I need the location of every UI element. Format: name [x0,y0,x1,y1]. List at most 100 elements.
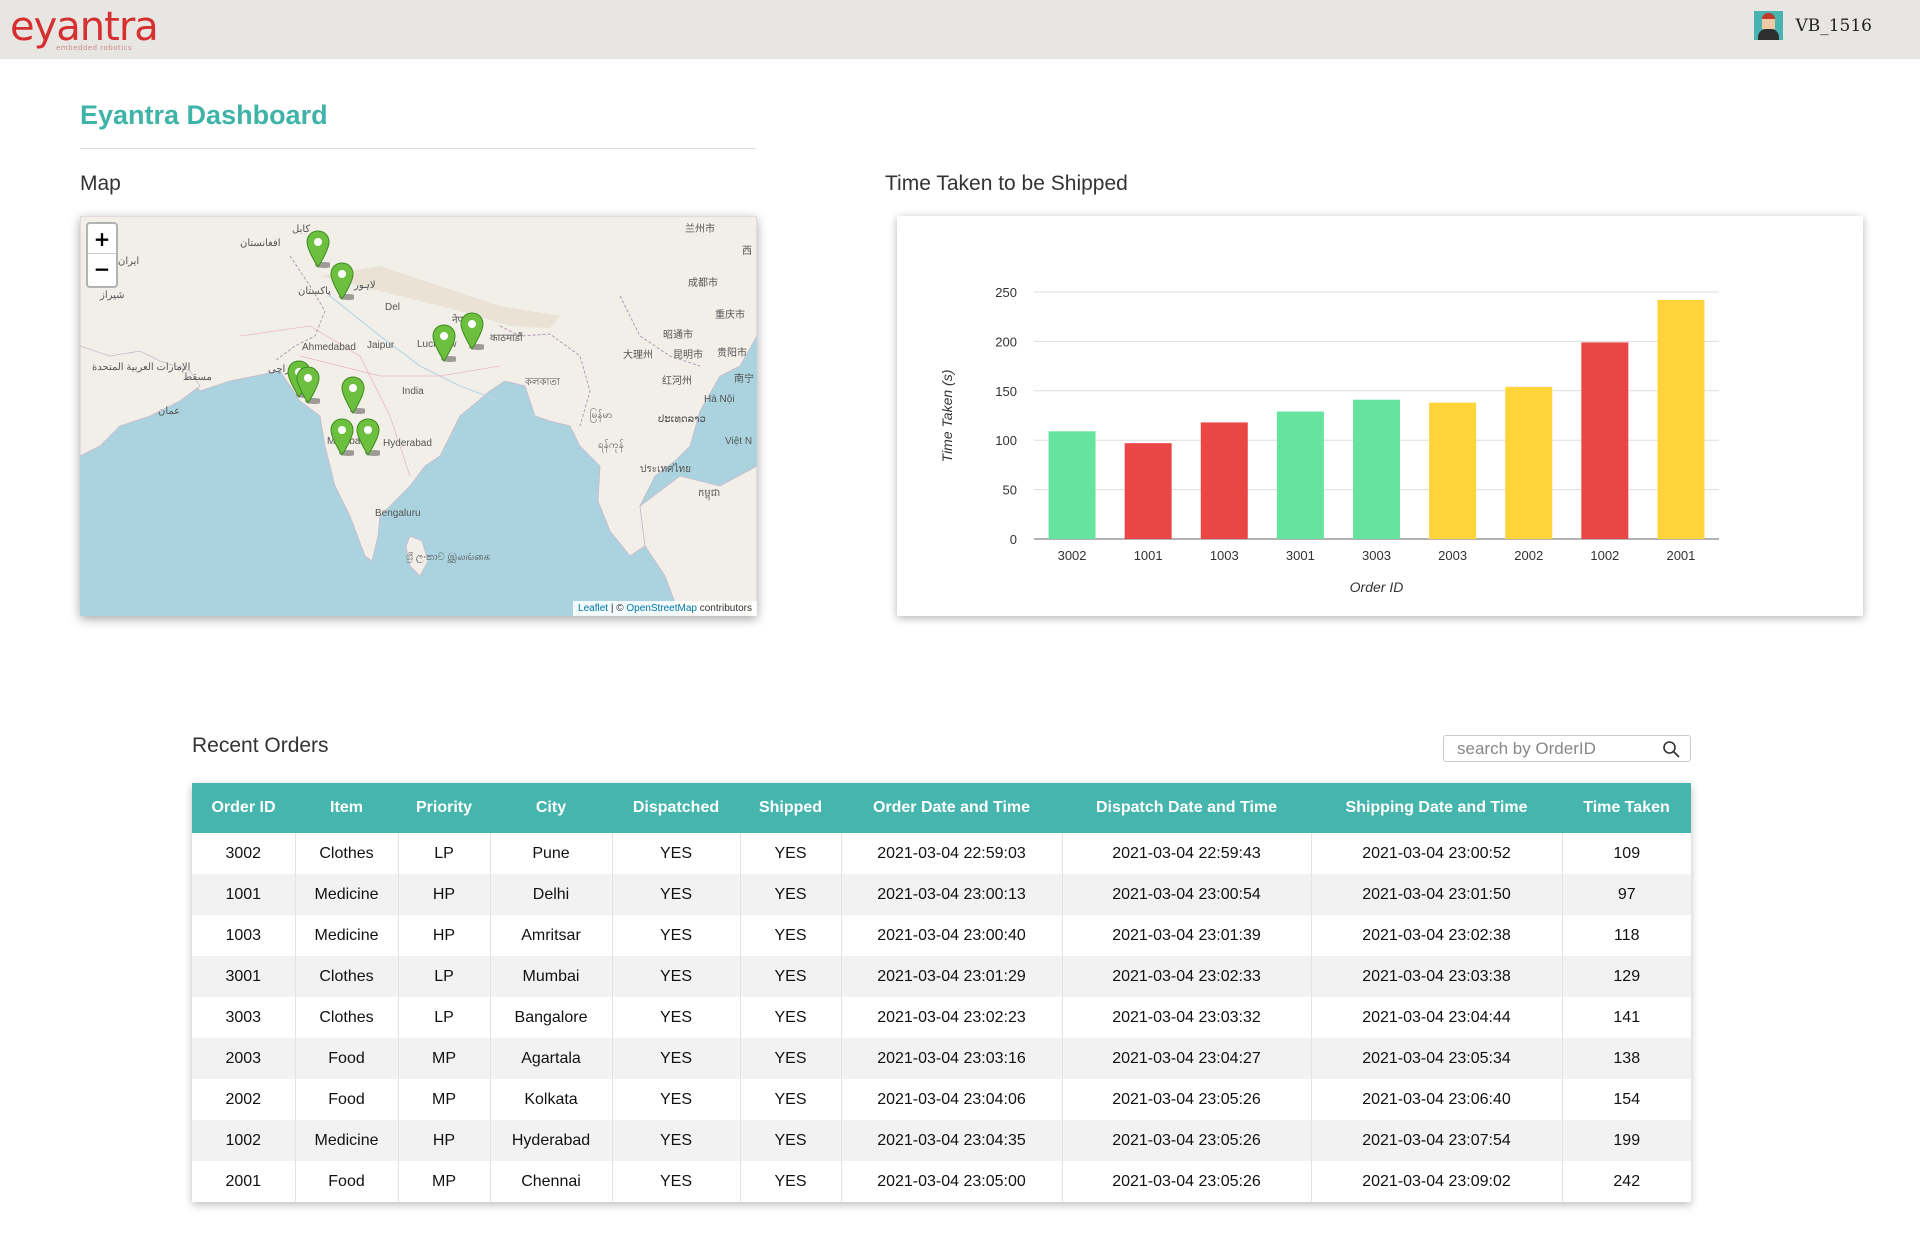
y-tick-label: 250 [995,285,1017,300]
column-header: Dispatch Date and Time [1062,783,1311,833]
table-row[interactable]: 1001 Medicine HP Delhi YES YES 2021-03-04 23:0… [192,874,1691,915]
table-row[interactable]: 2002 Food MP Kolkata YES YES 2021-03-04 23:04:… [192,1079,1691,1120]
table-row[interactable]: 3001 Clothes LP Mumbai YES YES 2021-03-04 23:0… [192,956,1691,997]
column-header: Priority [398,783,490,833]
bar-1001 [1124,443,1172,539]
time-taken-bar-chart: 0 50 100 150 200 250 3002 1001 1003 3001 3003 2003 2… [939,285,1719,595]
table-cell: 2021-03-04 23:05:26 [1062,1120,1312,1161]
table-cell: Bangalore [490,997,613,1038]
x-tick-label: 1003 [1210,548,1239,563]
table-cell: 2021-03-04 23:01:29 [841,956,1063,997]
map-marker-icon[interactable] [330,262,354,300]
map-label-cambodia: កម្ពុជា [698,488,721,499]
map-label-uae: الإمارات العربية المتحدة [92,362,191,373]
y-tick-label: 150 [995,384,1017,399]
eyantra-logo[interactable]: eyantra embedded robotics [10,6,159,52]
top-navbar: eyantra embedded robotics VB_1516 [0,0,1920,59]
table-cell: HP [398,874,491,915]
table-cell: YES [612,956,741,997]
table-cell: 2021-03-04 22:59:43 [1062,833,1312,874]
table-cell: 138 [1613,1049,1641,1067]
map-marker-icon[interactable] [306,230,330,268]
y-tick-label: 0 [1010,532,1017,547]
map-label-shiraz: شیراز [100,290,125,301]
map-label-ahmedabad: Ahmedabad [302,342,356,353]
user-profile[interactable]: VB_1516 [1754,11,1872,40]
table-cell: YES [740,874,842,915]
table-cell: Kolkata [490,1079,613,1120]
table-cell: MP [398,1079,491,1120]
y-tick-label: 50 [1003,483,1017,498]
table-header-row: Order ID Item Priority City Dispatched Shippe… [192,783,1691,833]
page-title: Eyantra Dashboard [80,100,328,130]
table-cell: 2021-03-04 23:02:23 [841,997,1063,1038]
map-label-oman: عمان [158,406,181,417]
column-header: Shipping Date and Time [1311,783,1562,833]
map-marker-icon[interactable] [460,312,484,350]
map-label-vietnam: Việt N [725,436,753,447]
table-cell: Medicine [295,1120,399,1161]
map-marker-icon[interactable] [341,376,365,414]
table-cell: Medicine [295,874,399,915]
bar-3001 [1276,411,1324,539]
bar-1003 [1200,422,1248,539]
map-label-kathmandu: काठमाडौं [490,333,523,344]
map-label-chongqing: 重庆市 [715,310,745,321]
table-cell: Food [295,1079,399,1120]
table-cell: 242 [1613,1172,1641,1190]
map-label-kunming: 昆明市 [673,350,703,361]
table-row[interactable]: 3002 Clothes LP Pune YES YES 2021-03-04 22:59:… [192,833,1691,874]
orders-map[interactable]: + − Ahmedabad Jaipur Lucknow India Mumba… [80,216,757,616]
table-cell: YES [612,997,741,1038]
table-cell: 2021-03-04 22:59:03 [841,833,1063,874]
zoom-out-button[interactable]: − [88,254,116,284]
table-cell: YES [740,1120,842,1161]
openstreetmap-link[interactable]: OpenStreetMap [626,603,697,614]
map-label-jaipur: Jaipur [367,340,395,351]
map-marker-icon[interactable] [296,366,320,404]
map-label-srilanka: ශ්‍රී ලංකාව இலங்கை [406,552,491,563]
map-label-hyderabad: Hyderabad [383,438,432,449]
bar-3002 [1048,431,1096,539]
table-row[interactable]: 3003 Clothes LP Bangalore YES YES 2021-03-04 2… [192,997,1691,1038]
table-cell: 2021-03-04 23:00:54 [1062,874,1312,915]
table-cell: 1002 [192,1120,296,1161]
table-cell: Agartala [490,1038,613,1079]
map-marker-icon[interactable] [432,324,456,362]
table-cell: 2021-03-04 23:02:38 [1311,915,1563,956]
table-row[interactable]: 1002 Medicine HP Hyderabad YES YES 2021-03-04 … [192,1120,1691,1161]
leaflet-link[interactable]: Leaflet [578,603,608,614]
table-cell: 2021-03-04 23:02:33 [1062,956,1312,997]
table-cell: YES [612,1079,741,1120]
table-cell: 154 [1613,1090,1641,1108]
table-cell: Medicine [295,915,399,956]
table-cell: Mumbai [490,956,613,997]
map-attribution: Leaflet | © OpenStreetMap contributors [573,601,757,616]
x-tick-label: 1002 [1590,548,1619,563]
table-cell: 3002 [192,833,296,874]
x-axis-label: Order ID [1350,579,1404,595]
table-row[interactable]: 1003 Medicine HP Amritsar YES YES 2021-03-04 2… [192,915,1691,956]
table-cell: 2021-03-04 23:05:00 [841,1161,1063,1202]
table-cell: LP [398,956,491,997]
table-body: 3002 Clothes LP Pune YES YES 2021-03-04 22:59:… [192,833,1691,1202]
table-cell: 199 [1613,1131,1641,1149]
table-cell: 2021-03-04 23:00:13 [841,874,1063,915]
x-tick-label: 2001 [1666,548,1695,563]
table-cell: Food [295,1161,399,1202]
search-orderid-input[interactable] [1444,736,1654,761]
order-search [1443,735,1691,762]
table-row[interactable]: 2003 Food MP Agartala YES YES 2021-03-04 23:03… [192,1038,1691,1079]
map-marker-icon[interactable] [330,418,354,456]
bar-2003 [1429,402,1477,539]
search-icon[interactable] [1662,740,1680,758]
table-cell: YES [612,874,741,915]
table-cell: HP [398,1120,491,1161]
map-label-dali: 大理州 [623,350,653,361]
table-cell: 2021-03-04 23:01:50 [1311,874,1563,915]
table-cell: 2021-03-04 23:05:26 [1062,1161,1312,1202]
table-row[interactable]: 2001 Food MP Chennai YES YES 2021-03-04 23:05:… [192,1161,1691,1202]
column-header: Shipped [740,783,841,833]
zoom-in-button[interactable]: + [88,224,116,254]
map-marker-icon[interactable] [356,418,380,456]
